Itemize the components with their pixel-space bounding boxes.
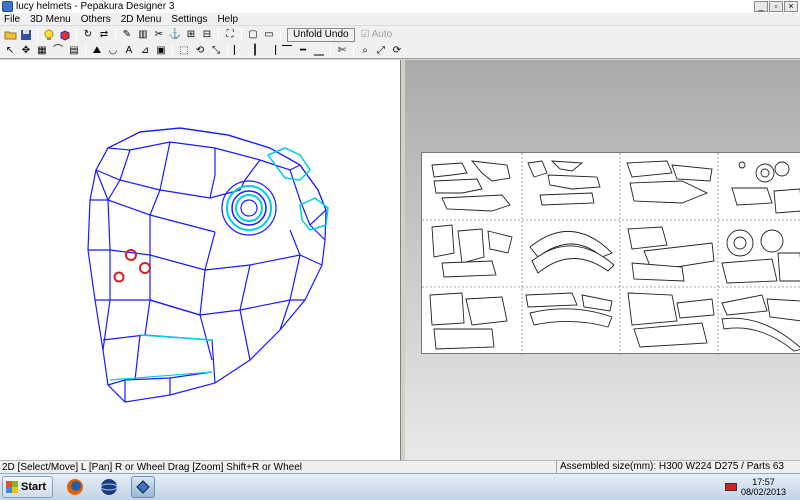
language-flag-icon[interactable] — [724, 483, 737, 491]
scale-icon[interactable]: ⤡ — [209, 44, 223, 57]
clock-time: 17:57 — [752, 477, 775, 487]
fit-icon[interactable]: ⤢ — [374, 44, 388, 57]
window-title: lucy helmets - Pepakura Designer 3 — [16, 1, 175, 12]
pepakura-app-icon[interactable] — [2, 1, 13, 12]
firefox-icon[interactable] — [63, 476, 87, 498]
clock-date: 08/02/2013 — [740, 487, 786, 497]
auto-check-icon: ☑ — [360, 29, 370, 40]
glue-icon[interactable]: ▥ — [136, 28, 150, 41]
edge-icon[interactable]: ⌒ — [51, 44, 65, 57]
pencil-icon[interactable]: ✎ — [120, 28, 134, 41]
flap-icon[interactable]: ⊿ — [138, 44, 152, 57]
edit-toolbar: ↖ ✥ ▦ ⌒ ▤ ⛰ ◡ A ⊿ ▣ ⬚ ⟲ ⤡ ⎸ ┃ ⎹ ⎺ ━ ⎽ ✄ … — [0, 43, 800, 59]
title-bar: lucy helmets - Pepakura Designer 3 _ ▫ × — [0, 0, 800, 13]
clock[interactable]: 17:57 08/02/2013 — [741, 477, 786, 497]
taskbar: Start 17:57 08/02/2013 — [0, 473, 800, 500]
align-top-icon[interactable]: ⎺ — [280, 44, 294, 57]
menu-help[interactable]: Help — [213, 14, 244, 25]
mountain-icon[interactable]: ⛰ — [90, 44, 104, 57]
reset-icon[interactable]: ⟳ — [390, 44, 404, 57]
system-tray: 17:57 08/02/2013 — [724, 477, 800, 497]
flip-icon[interactable]: ⇄ — [97, 28, 111, 41]
text-icon[interactable]: A — [122, 44, 136, 57]
valley-icon[interactable]: ◡ — [106, 44, 120, 57]
zoom-icon[interactable]: ⌕ — [358, 44, 372, 57]
move-icon[interactable]: ✥ — [19, 44, 33, 57]
menu-2d[interactable]: 2D Menu — [117, 14, 168, 25]
rotate-icon[interactable]: ↻ — [81, 28, 95, 41]
grid-icon[interactable]: ▦ — [35, 44, 49, 57]
maximize-button[interactable]: ▫ — [769, 1, 783, 12]
face-icon[interactable]: ▤ — [67, 44, 81, 57]
align-right-icon[interactable]: ⎹ — [264, 44, 278, 57]
pointer-icon[interactable]: ↖ — [3, 44, 17, 57]
paper-sheet — [421, 152, 800, 355]
open-folder-icon[interactable] — [3, 28, 17, 41]
helmet-3d-model — [87, 127, 329, 403]
close-button[interactable]: × — [784, 1, 798, 12]
menu-settings[interactable]: Settings — [167, 14, 213, 25]
auto-label: Auto — [371, 29, 393, 40]
fold-icon[interactable]: ⊟ — [200, 28, 214, 41]
unfold-undo-button[interactable]: Unfold Undo — [287, 27, 355, 42]
globe-icon[interactable] — [97, 476, 121, 498]
menu-bar: File 3D Menu Others 2D Menu Settings Hel… — [0, 13, 800, 26]
2d-view[interactable] — [403, 60, 800, 460]
status-assembled-size: Assembled size(mm): H300 W224 D275 / Par… — [556, 460, 784, 474]
menu-file[interactable]: File — [0, 14, 26, 25]
minimize-button[interactable]: _ — [754, 1, 768, 12]
main-toolbar: ↻ ⇄ ✎ ▥ ✂ ⚓ ⊞ ⊟ ⛶ ▢ ▭ Unfold Undo ☑ Auto — [0, 26, 800, 43]
start-label: Start — [21, 481, 47, 493]
save-icon[interactable] — [19, 28, 33, 41]
menu-others[interactable]: Others — [77, 14, 117, 25]
windows-flag-icon — [6, 481, 18, 493]
align-bottom-icon[interactable]: ⎽ — [312, 44, 326, 57]
image-icon[interactable]: ▣ — [154, 44, 168, 57]
bulb-icon[interactable] — [42, 28, 56, 41]
status-hint: 2D [Select/Move] L [Pan] R or Wheel Drag… — [2, 461, 303, 473]
align-middle-icon[interactable]: ━ — [296, 44, 310, 57]
scissors-icon[interactable]: ✂ — [152, 28, 166, 41]
auto-checkbox[interactable]: ☑ Auto — [361, 29, 393, 40]
unfolded-parts — [422, 153, 800, 355]
rotate-part-icon[interactable]: ⟲ — [193, 44, 207, 57]
pepakura-task-icon[interactable] — [131, 476, 156, 498]
select-part-icon[interactable]: ⬚ — [177, 44, 191, 57]
select-icon[interactable]: ⛶ — [223, 28, 237, 41]
3d-view[interactable] — [0, 60, 401, 460]
anchor-icon[interactable]: ⚓ — [168, 28, 182, 41]
status-bar: 2D [Select/Move] L [Pan] R or Wheel Drag… — [0, 460, 800, 474]
align-center-icon[interactable]: ┃ — [248, 44, 262, 57]
cube-icon[interactable] — [58, 28, 72, 41]
menu-3d[interactable]: 3D Menu — [26, 14, 77, 25]
join-icon[interactable]: ⊞ — [184, 28, 198, 41]
window-icon[interactable]: ▭ — [262, 28, 276, 41]
frame-icon[interactable]: ▢ — [246, 28, 260, 41]
cut-icon[interactable]: ✄ — [335, 44, 349, 57]
start-button[interactable]: Start — [2, 476, 54, 498]
align-left-icon[interactable]: ⎸ — [232, 44, 246, 57]
